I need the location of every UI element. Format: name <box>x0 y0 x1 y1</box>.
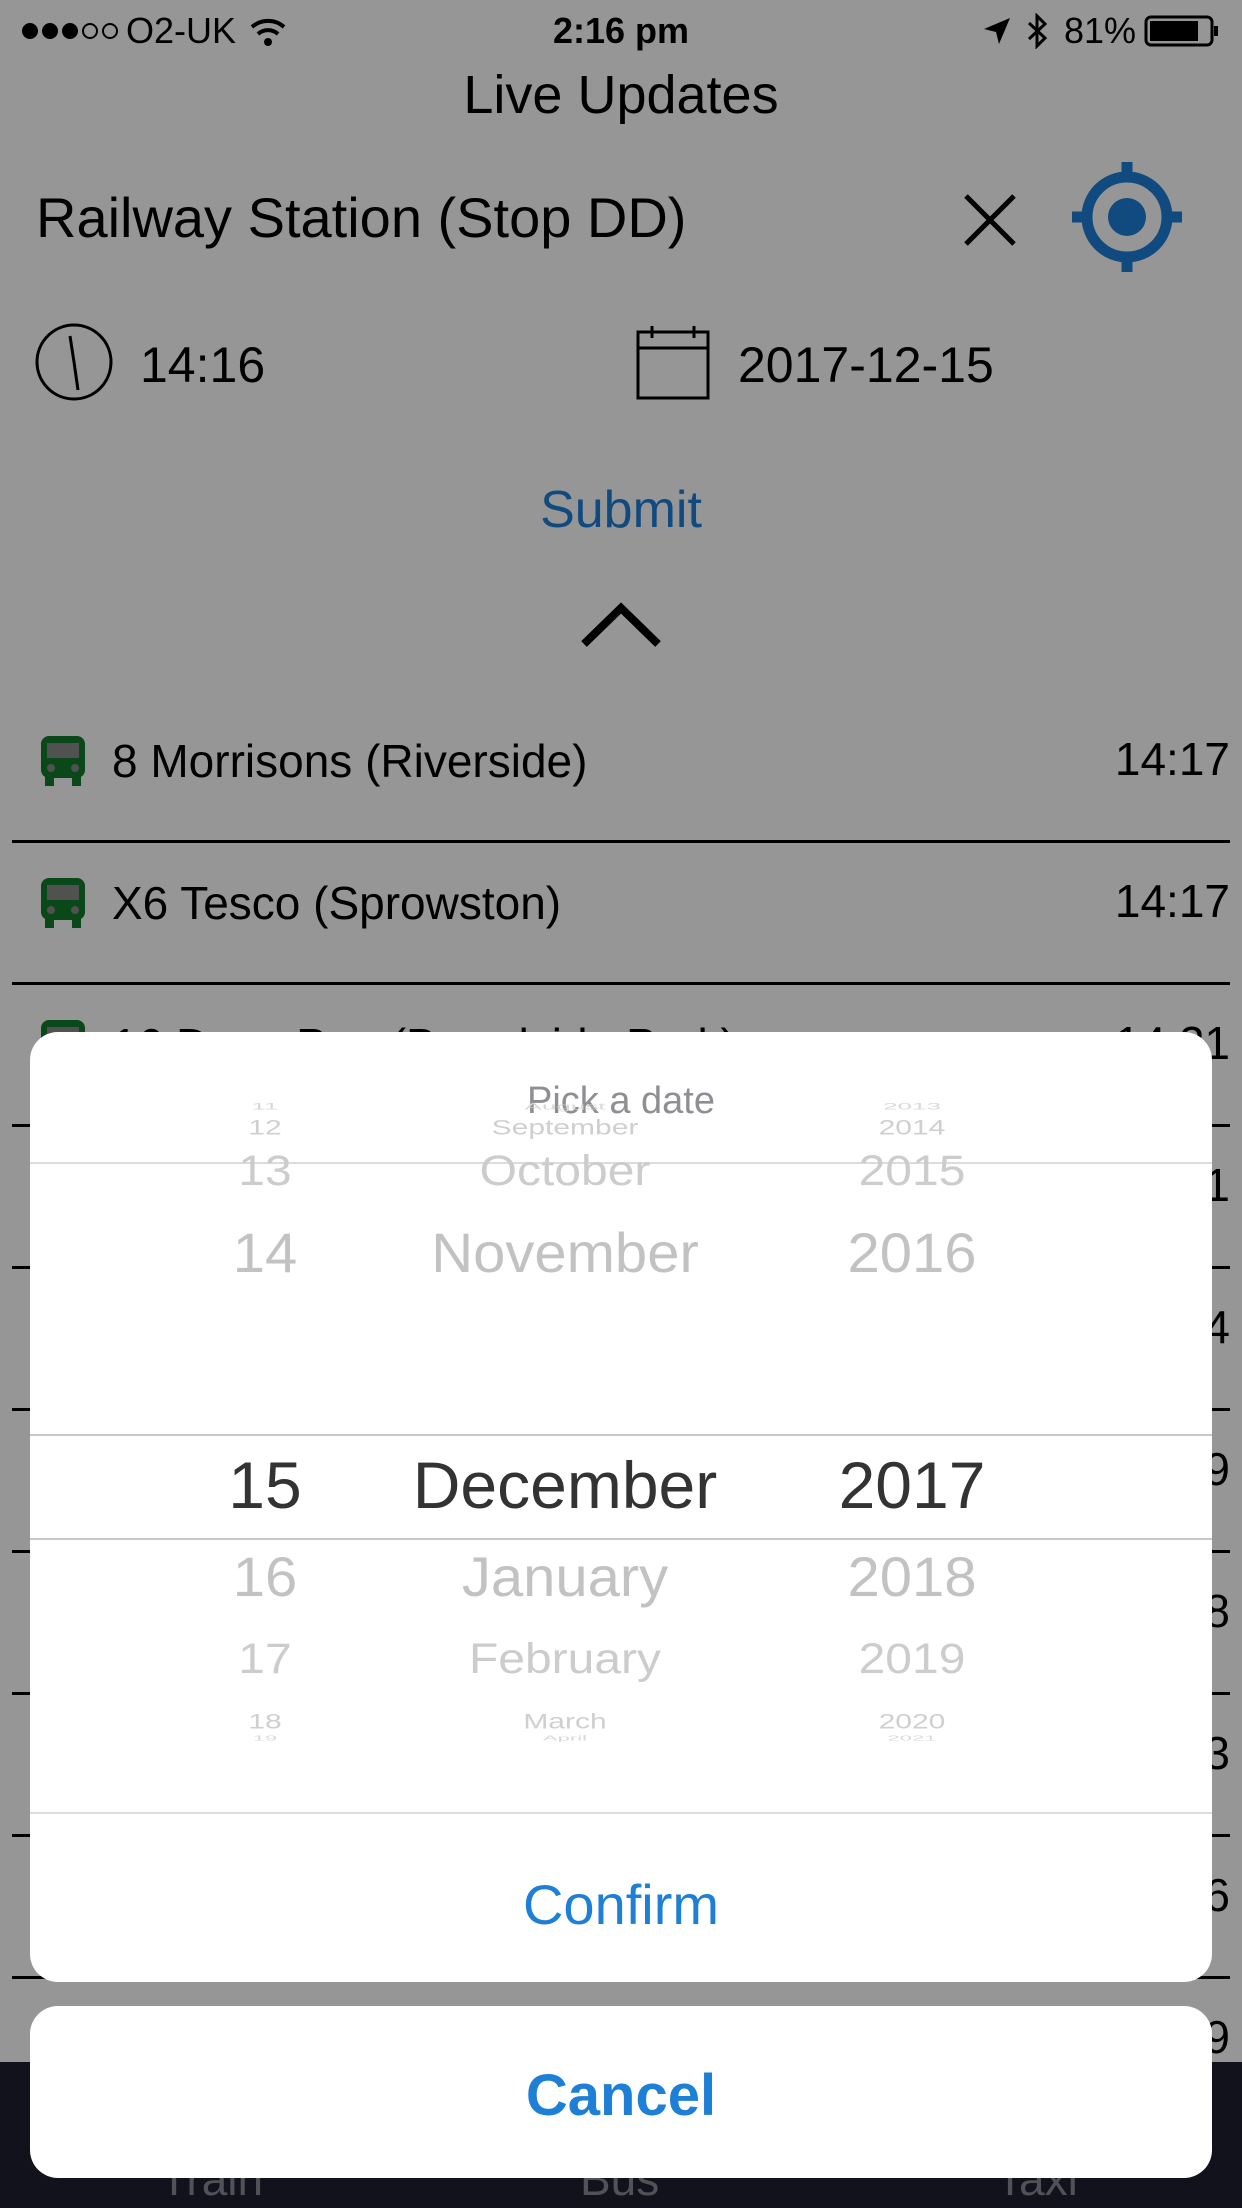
date-picker-sheet: Pick a date 11 12 13 14 15 16 17 18 19 August Sept… <box>30 1032 1212 1982</box>
selection-line-top <box>30 1434 1212 1436</box>
month-option[interactable]: October <box>365 1147 765 1198</box>
month-option[interactable]: November <box>365 1221 765 1288</box>
month-option[interactable]: December <box>365 1446 765 1525</box>
divider <box>30 1812 1212 1814</box>
year-option[interactable]: 2019 <box>712 1635 1112 1686</box>
confirm-button[interactable]: Confirm <box>30 1872 1212 1937</box>
year-option[interactable]: 2020 <box>712 1709 1112 1734</box>
month-option[interactable]: January <box>365 1545 765 1612</box>
cancel-card: Cancel <box>30 2006 1212 2178</box>
year-option[interactable]: 2018 <box>712 1545 1112 1612</box>
cancel-button[interactable]: Cancel <box>30 2062 1212 2129</box>
selection-line-bottom <box>30 1538 1212 1540</box>
year-option[interactable]: 2014 <box>712 1115 1112 1140</box>
year-option[interactable]: 2016 <box>712 1221 1112 1288</box>
year-option[interactable]: 2017 <box>712 1446 1112 1525</box>
month-option[interactable]: February <box>365 1635 765 1686</box>
month-option[interactable]: August <box>365 1102 765 1113</box>
year-option[interactable]: 2013 <box>712 1102 1112 1113</box>
year-option[interactable]: 2015 <box>712 1147 1112 1198</box>
month-option[interactable]: September <box>365 1115 765 1140</box>
month-option[interactable]: April <box>365 1733 765 1742</box>
year-option[interactable]: 2021 <box>712 1733 1112 1742</box>
month-option[interactable]: March <box>365 1709 765 1734</box>
